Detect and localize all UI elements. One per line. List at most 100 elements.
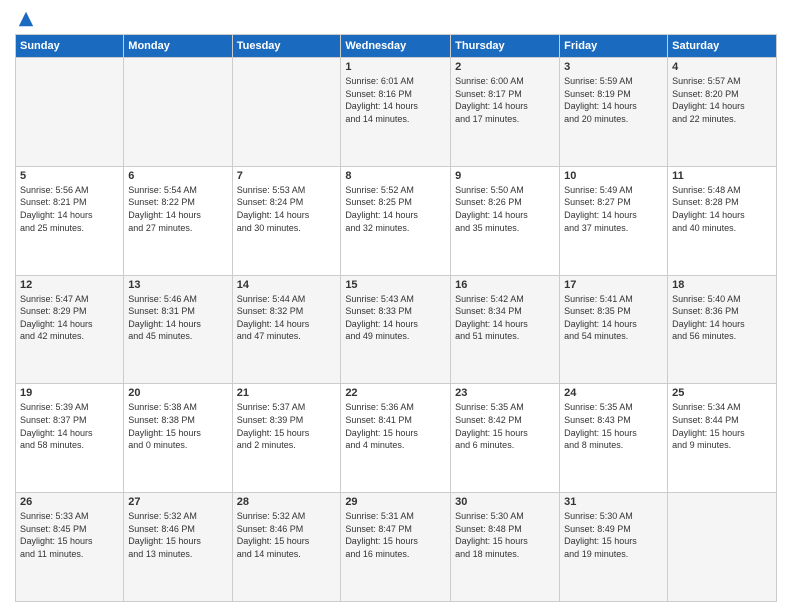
calendar-header-row: SundayMondayTuesdayWednesdayThursdayFrid… <box>16 35 777 58</box>
calendar-cell: 12 Sunrise: 5:47 AMSunset: 8:29 PMDayligh… <box>16 275 124 384</box>
day-header-wednesday: Wednesday <box>341 35 451 58</box>
day-info: Sunrise: 5:46 AMSunset: 8:31 PMDaylight:… <box>128 293 227 343</box>
day-info: Sunrise: 5:43 AMSunset: 8:33 PMDaylight:… <box>345 293 446 343</box>
day-info: Sunrise: 5:44 AMSunset: 8:32 PMDaylight:… <box>237 293 337 343</box>
day-number: 14 <box>237 279 337 291</box>
calendar-cell: 18 Sunrise: 5:40 AMSunset: 8:36 PMDayligh… <box>668 275 777 384</box>
day-number: 12 <box>20 279 119 291</box>
calendar-cell <box>232 58 341 167</box>
calendar-week-4: 19 Sunrise: 5:39 AMSunset: 8:37 PMDayligh… <box>16 384 777 493</box>
logo <box>15 10 35 28</box>
day-number: 29 <box>345 496 446 508</box>
day-info: Sunrise: 5:40 AMSunset: 8:36 PMDaylight:… <box>672 293 772 343</box>
day-number: 1 <box>345 61 446 73</box>
day-number: 13 <box>128 279 227 291</box>
calendar-cell: 24 Sunrise: 5:35 AMSunset: 8:43 PMDayligh… <box>560 384 668 493</box>
calendar-cell: 2 Sunrise: 6:00 AMSunset: 8:17 PMDaylight… <box>451 58 560 167</box>
day-info: Sunrise: 5:37 AMSunset: 8:39 PMDaylight:… <box>237 401 337 451</box>
day-info: Sunrise: 5:59 AMSunset: 8:19 PMDaylight:… <box>564 75 663 125</box>
logo-icon <box>17 10 35 28</box>
calendar-cell: 30 Sunrise: 5:30 AMSunset: 8:48 PMDayligh… <box>451 493 560 602</box>
calendar-cell: 15 Sunrise: 5:43 AMSunset: 8:33 PMDayligh… <box>341 275 451 384</box>
calendar-cell: 4 Sunrise: 5:57 AMSunset: 8:20 PMDaylight… <box>668 58 777 167</box>
day-info: Sunrise: 5:38 AMSunset: 8:38 PMDaylight:… <box>128 401 227 451</box>
calendar-cell: 20 Sunrise: 5:38 AMSunset: 8:38 PMDayligh… <box>124 384 232 493</box>
day-number: 7 <box>237 170 337 182</box>
calendar-cell: 11Sunrise: 5:48 AMSunset: 8:28 PMDayligh… <box>668 166 777 275</box>
day-info: Sunrise: 5:30 AMSunset: 8:48 PMDaylight:… <box>455 510 555 560</box>
day-header-monday: Monday <box>124 35 232 58</box>
day-number: 20 <box>128 387 227 399</box>
calendar-cell: 31 Sunrise: 5:30 AMSunset: 8:49 PMDayligh… <box>560 493 668 602</box>
calendar-cell: 6 Sunrise: 5:54 AMSunset: 8:22 PMDaylight… <box>124 166 232 275</box>
day-number: 6 <box>128 170 227 182</box>
calendar-cell <box>124 58 232 167</box>
day-header-tuesday: Tuesday <box>232 35 341 58</box>
day-number: 27 <box>128 496 227 508</box>
page: SundayMondayTuesdayWednesdayThursdayFrid… <box>0 0 792 612</box>
day-info: Sunrise: 5:57 AMSunset: 8:20 PMDaylight:… <box>672 75 772 125</box>
calendar-cell: 22 Sunrise: 5:36 AMSunset: 8:41 PMDayligh… <box>341 384 451 493</box>
day-number: 31 <box>564 496 663 508</box>
day-number: 28 <box>237 496 337 508</box>
calendar-cell: 25Sunrise: 5:34 AMSunset: 8:44 PMDayligh… <box>668 384 777 493</box>
day-number: 8 <box>345 170 446 182</box>
day-number: 4 <box>672 61 772 73</box>
day-header-sunday: Sunday <box>16 35 124 58</box>
day-number: 30 <box>455 496 555 508</box>
calendar-cell: 9Sunrise: 5:50 AMSunset: 8:26 PMDaylight… <box>451 166 560 275</box>
day-info: Sunrise: 5:48 AMSunset: 8:28 PMDaylight:… <box>672 184 772 234</box>
calendar-cell: 27 Sunrise: 5:32 AMSunset: 8:46 PMDayligh… <box>124 493 232 602</box>
calendar-cell: 3 Sunrise: 5:59 AMSunset: 8:19 PMDaylight… <box>560 58 668 167</box>
day-info: Sunrise: 5:34 AMSunset: 8:44 PMDaylight:… <box>672 401 772 451</box>
day-number: 16 <box>455 279 555 291</box>
calendar-table: SundayMondayTuesdayWednesdayThursdayFrid… <box>15 34 777 602</box>
day-info: Sunrise: 6:01 AMSunset: 8:16 PMDaylight:… <box>345 75 446 125</box>
day-number: 15 <box>345 279 446 291</box>
day-number: 2 <box>455 61 555 73</box>
day-info: Sunrise: 5:41 AMSunset: 8:35 PMDaylight:… <box>564 293 663 343</box>
day-info: Sunrise: 5:36 AMSunset: 8:41 PMDaylight:… <box>345 401 446 451</box>
calendar-cell: 5Sunrise: 5:56 AMSunset: 8:21 PMDaylight… <box>16 166 124 275</box>
calendar-week-3: 12 Sunrise: 5:47 AMSunset: 8:29 PMDayligh… <box>16 275 777 384</box>
calendar-cell: 13 Sunrise: 5:46 AMSunset: 8:31 PMDayligh… <box>124 275 232 384</box>
day-info: Sunrise: 5:35 AMSunset: 8:43 PMDaylight:… <box>564 401 663 451</box>
day-info: Sunrise: 5:30 AMSunset: 8:49 PMDaylight:… <box>564 510 663 560</box>
calendar-cell: 7Sunrise: 5:53 AMSunset: 8:24 PMDaylight… <box>232 166 341 275</box>
day-info: Sunrise: 5:39 AMSunset: 8:37 PMDaylight:… <box>20 401 119 451</box>
day-number: 22 <box>345 387 446 399</box>
header <box>15 10 777 28</box>
calendar-cell <box>668 493 777 602</box>
day-info: Sunrise: 5:47 AMSunset: 8:29 PMDaylight:… <box>20 293 119 343</box>
day-number: 10 <box>564 170 663 182</box>
day-number: 19 <box>20 387 119 399</box>
calendar-cell: 17Sunrise: 5:41 AMSunset: 8:35 PMDayligh… <box>560 275 668 384</box>
calendar-cell: 29 Sunrise: 5:31 AMSunset: 8:47 PMDayligh… <box>341 493 451 602</box>
calendar-cell: 21Sunrise: 5:37 AMSunset: 8:39 PMDayligh… <box>232 384 341 493</box>
calendar-cell: 10 Sunrise: 5:49 AMSunset: 8:27 PMDayligh… <box>560 166 668 275</box>
day-number: 26 <box>20 496 119 508</box>
day-info: Sunrise: 5:50 AMSunset: 8:26 PMDaylight:… <box>455 184 555 234</box>
day-info: Sunrise: 5:33 AMSunset: 8:45 PMDaylight:… <box>20 510 119 560</box>
day-info: Sunrise: 6:00 AMSunset: 8:17 PMDaylight:… <box>455 75 555 125</box>
calendar-week-5: 26 Sunrise: 5:33 AMSunset: 8:45 PMDayligh… <box>16 493 777 602</box>
day-info: Sunrise: 5:54 AMSunset: 8:22 PMDaylight:… <box>128 184 227 234</box>
day-info: Sunrise: 5:31 AMSunset: 8:47 PMDaylight:… <box>345 510 446 560</box>
day-number: 23 <box>455 387 555 399</box>
day-number: 3 <box>564 61 663 73</box>
calendar-cell: 1 Sunrise: 6:01 AMSunset: 8:16 PMDaylight… <box>341 58 451 167</box>
day-info: Sunrise: 5:49 AMSunset: 8:27 PMDaylight:… <box>564 184 663 234</box>
day-info: Sunrise: 5:32 AMSunset: 8:46 PMDaylight:… <box>237 510 337 560</box>
day-header-saturday: Saturday <box>668 35 777 58</box>
day-number: 5 <box>20 170 119 182</box>
calendar-cell: 8Sunrise: 5:52 AMSunset: 8:25 PMDaylight… <box>341 166 451 275</box>
day-info: Sunrise: 5:35 AMSunset: 8:42 PMDaylight:… <box>455 401 555 451</box>
day-number: 18 <box>672 279 772 291</box>
day-number: 24 <box>564 387 663 399</box>
calendar-cell: 19 Sunrise: 5:39 AMSunset: 8:37 PMDayligh… <box>16 384 124 493</box>
day-info: Sunrise: 5:32 AMSunset: 8:46 PMDaylight:… <box>128 510 227 560</box>
calendar-week-2: 5Sunrise: 5:56 AMSunset: 8:21 PMDaylight… <box>16 166 777 275</box>
calendar-cell: 26 Sunrise: 5:33 AMSunset: 8:45 PMDayligh… <box>16 493 124 602</box>
calendar-cell: 23 Sunrise: 5:35 AMSunset: 8:42 PMDayligh… <box>451 384 560 493</box>
calendar-cell: 16Sunrise: 5:42 AMSunset: 8:34 PMDayligh… <box>451 275 560 384</box>
